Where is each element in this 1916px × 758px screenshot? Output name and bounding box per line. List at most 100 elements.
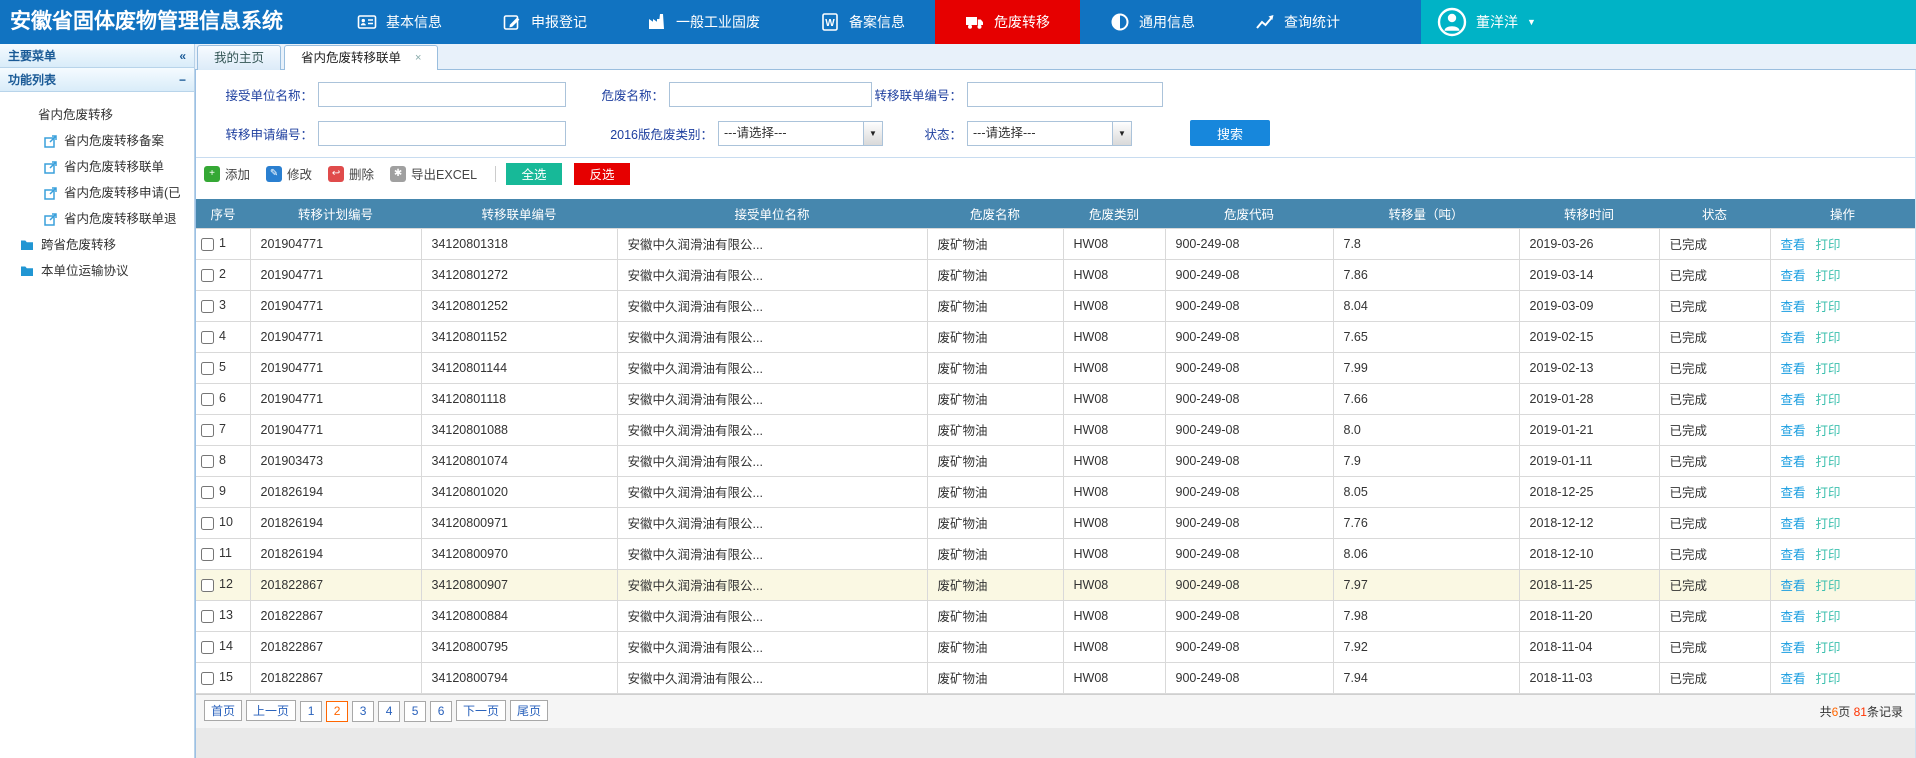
- apply-no-input[interactable]: [318, 121, 566, 146]
- view-link[interactable]: 查看: [1781, 486, 1806, 500]
- cell-manifest-no: 34120800970: [421, 538, 617, 569]
- row-checkbox[interactable]: [201, 486, 214, 499]
- print-link[interactable]: 打印: [1816, 393, 1841, 407]
- view-link[interactable]: 查看: [1781, 238, 1806, 252]
- row-checkbox[interactable]: [201, 517, 214, 530]
- nav-item-query-stats[interactable]: 查询统计: [1225, 0, 1370, 44]
- view-link[interactable]: 查看: [1781, 455, 1806, 469]
- last-page-button[interactable]: 尾页: [510, 700, 548, 721]
- page-3-button[interactable]: 3: [352, 701, 374, 722]
- collapse-panel-icon[interactable]: −: [179, 73, 186, 87]
- search-button[interactable]: 搜索: [1190, 120, 1270, 146]
- tab-transfer-manifest[interactable]: 省内危废转移联单 ×: [284, 45, 438, 70]
- view-link[interactable]: 查看: [1781, 331, 1806, 345]
- cell-waste-category: HW08: [1063, 290, 1165, 321]
- sidebar-item-manifest-return[interactable]: 省内危废转移联单退: [0, 206, 194, 232]
- view-link[interactable]: 查看: [1781, 517, 1806, 531]
- nav-item-hazardous-transfer[interactable]: 危废转移: [935, 0, 1080, 44]
- invert-selection-button[interactable]: 反选: [574, 163, 630, 185]
- first-page-button[interactable]: 首页: [204, 700, 242, 721]
- sidebar-item-transfer-manifest[interactable]: 省内危废转移联单: [0, 154, 194, 180]
- chevron-down-icon[interactable]: ▼: [863, 122, 882, 145]
- modify-button[interactable]: ✎ 修改: [266, 164, 312, 183]
- print-link[interactable]: 打印: [1816, 641, 1841, 655]
- print-link[interactable]: 打印: [1816, 331, 1841, 345]
- close-icon[interactable]: ×: [415, 53, 421, 64]
- row-checkbox[interactable]: [201, 331, 214, 344]
- print-link[interactable]: 打印: [1816, 579, 1841, 593]
- view-link[interactable]: 查看: [1781, 269, 1806, 283]
- row-checkbox[interactable]: [201, 672, 214, 685]
- print-link[interactable]: 打印: [1816, 455, 1841, 469]
- row-checkbox[interactable]: [201, 424, 214, 437]
- select-all-button[interactable]: 全选: [506, 163, 562, 185]
- row-checkbox[interactable]: [201, 238, 214, 251]
- row-checkbox[interactable]: [201, 610, 214, 623]
- row-checkbox[interactable]: [201, 455, 214, 468]
- row-checkbox[interactable]: [201, 548, 214, 561]
- print-link[interactable]: 打印: [1816, 486, 1841, 500]
- view-link[interactable]: 查看: [1781, 610, 1806, 624]
- tab-my-homepage[interactable]: 我的主页: [197, 45, 281, 70]
- print-link[interactable]: 打印: [1816, 517, 1841, 531]
- add-label: 添加: [225, 164, 250, 183]
- row-checkbox[interactable]: [201, 362, 214, 375]
- user-menu[interactable]: 董洋洋 ▼: [1421, 0, 1916, 44]
- row-checkbox[interactable]: [201, 641, 214, 654]
- print-link[interactable]: 打印: [1816, 362, 1841, 376]
- cell-manifest-no: 34120801272: [421, 259, 617, 290]
- page-1-button[interactable]: 1: [300, 701, 322, 722]
- row-checkbox[interactable]: [201, 393, 214, 406]
- receiver-name-input[interactable]: [318, 82, 566, 107]
- records-unit: 条记录: [1867, 705, 1903, 719]
- nav-item-industrial-waste[interactable]: 一般工业固废: [617, 0, 790, 44]
- row-checkbox[interactable]: [201, 269, 214, 282]
- print-link[interactable]: 打印: [1816, 610, 1841, 624]
- sidebar-item-transport-agreement[interactable]: 本单位运输协议: [0, 258, 194, 284]
- row-checkbox[interactable]: [201, 300, 214, 313]
- view-link[interactable]: 查看: [1781, 641, 1806, 655]
- nav-item-general-info[interactable]: 通用信息: [1080, 0, 1225, 44]
- chevron-down-icon[interactable]: ▼: [1112, 122, 1131, 145]
- collapse-sidebar-icon[interactable]: «: [179, 49, 186, 63]
- nav-item-basic-info[interactable]: 基本信息: [327, 0, 472, 44]
- page-2-button[interactable]: 2: [326, 701, 348, 722]
- delete-button[interactable]: ↩ 删除: [328, 164, 374, 183]
- manifest-no-input[interactable]: [967, 82, 1163, 107]
- row-checkbox[interactable]: [201, 579, 214, 592]
- print-link[interactable]: 打印: [1816, 548, 1841, 562]
- view-link[interactable]: 查看: [1781, 579, 1806, 593]
- nav-item-declaration[interactable]: 申报登记: [472, 0, 617, 44]
- sidebar-item-transfer-record[interactable]: 省内危废转移备案: [0, 128, 194, 154]
- main-menu-header[interactable]: 主要菜单 «: [0, 44, 194, 68]
- sidebar-item-interprovincial-transfer[interactable]: 跨省危废转移: [0, 232, 194, 258]
- print-link[interactable]: 打印: [1816, 269, 1841, 283]
- add-button[interactable]: + 添加: [204, 164, 250, 183]
- export-excel-button[interactable]: ✱ 导出EXCEL: [390, 164, 477, 183]
- print-link[interactable]: 打印: [1816, 424, 1841, 438]
- prev-page-button[interactable]: 上一页: [246, 700, 296, 721]
- category-select[interactable]: ---请选择--- ▼: [718, 121, 883, 146]
- sidebar-item-provincial-transfer[interactable]: 省内危废转移: [0, 102, 194, 128]
- print-link[interactable]: 打印: [1816, 672, 1841, 686]
- page-4-button[interactable]: 4: [378, 701, 400, 722]
- page-5-button[interactable]: 5: [404, 701, 426, 722]
- cell-waste-name: 废矿物油: [927, 600, 1063, 631]
- page-6-button[interactable]: 6: [430, 701, 452, 722]
- next-page-button[interactable]: 下一页: [456, 700, 506, 721]
- nav-item-filing-info[interactable]: W 备案信息: [790, 0, 935, 44]
- print-link[interactable]: 打印: [1816, 238, 1841, 252]
- column-header-waste-name: 危废名称: [927, 199, 1063, 228]
- view-link[interactable]: 查看: [1781, 300, 1806, 314]
- waste-name-input[interactable]: [669, 82, 872, 107]
- view-link[interactable]: 查看: [1781, 672, 1806, 686]
- view-link[interactable]: 查看: [1781, 362, 1806, 376]
- function-list-header[interactable]: 功能列表 −: [0, 68, 194, 92]
- status-select[interactable]: ---请选择--- ▼: [967, 121, 1132, 146]
- folder-icon: [20, 239, 34, 251]
- print-link[interactable]: 打印: [1816, 300, 1841, 314]
- view-link[interactable]: 查看: [1781, 424, 1806, 438]
- sidebar-item-transfer-application[interactable]: 省内危废转移申请(已: [0, 180, 194, 206]
- view-link[interactable]: 查看: [1781, 393, 1806, 407]
- view-link[interactable]: 查看: [1781, 548, 1806, 562]
